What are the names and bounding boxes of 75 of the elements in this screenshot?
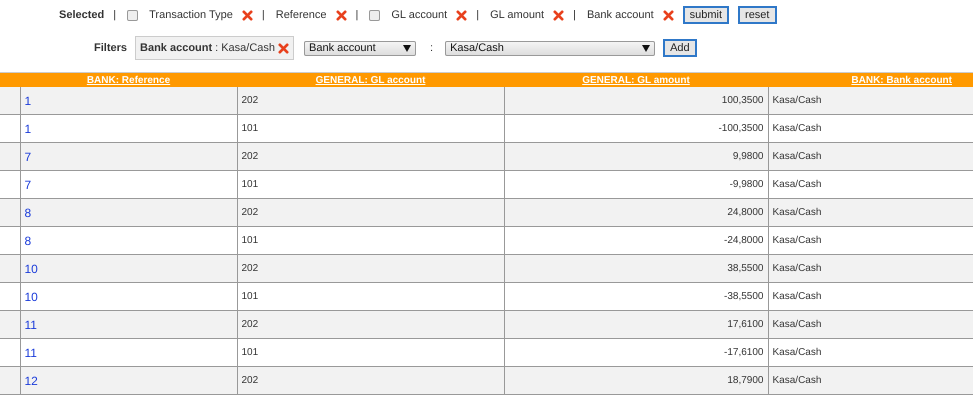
table-cell: Kasa/Cash bbox=[772, 207, 822, 218]
table-cell: 9,9800 bbox=[732, 151, 764, 162]
filters-label: Filters bbox=[94, 42, 128, 54]
reference-link[interactable]: 7 bbox=[24, 150, 32, 164]
separator-text: | bbox=[113, 9, 116, 21]
reference-link[interactable]: 10 bbox=[24, 262, 38, 276]
checkbox[interactable] bbox=[127, 10, 138, 20]
remove-icon[interactable] bbox=[278, 42, 290, 54]
table-cell: Kasa/Cash bbox=[772, 375, 822, 386]
table-cell: Kasa/Cash bbox=[772, 95, 822, 106]
table-cell: 101 bbox=[242, 291, 258, 302]
remove-icon[interactable] bbox=[662, 10, 674, 20]
table-cell: Kasa/Cash bbox=[772, 319, 822, 330]
selected-field-label: GL account bbox=[391, 9, 448, 21]
reference-link[interactable]: 1 bbox=[24, 122, 32, 136]
reference-link[interactable]: 11 bbox=[24, 346, 37, 360]
table-cell: Kasa/Cash bbox=[772, 347, 822, 358]
remove-icon[interactable] bbox=[336, 10, 347, 20]
table-cell: 202 bbox=[242, 319, 258, 330]
separator-text: | bbox=[262, 9, 265, 21]
add-button[interactable]: Add bbox=[663, 39, 697, 57]
dropdown-icon bbox=[642, 44, 650, 52]
selected-field-label: GL amount bbox=[490, 9, 544, 21]
form-button[interactable]: reset bbox=[738, 6, 776, 24]
table-cell: 101 bbox=[242, 179, 258, 190]
table-cell: -9,9800 bbox=[730, 179, 764, 190]
table-cell: Kasa/Cash bbox=[772, 179, 822, 190]
table-cell: -17,6100 bbox=[724, 347, 764, 358]
dropdown-icon bbox=[403, 44, 412, 52]
table-cell: 202 bbox=[242, 207, 258, 218]
table-cell: -24,8000 bbox=[724, 235, 764, 246]
reference-link[interactable]: 12 bbox=[24, 374, 38, 388]
table-cell: 101 bbox=[242, 347, 258, 358]
remove-icon[interactable] bbox=[242, 10, 253, 20]
filter-separator: : bbox=[215, 42, 218, 54]
separator-text: | bbox=[573, 9, 576, 21]
reference-link[interactable]: 8 bbox=[24, 234, 32, 248]
selected-label: Selected bbox=[59, 9, 104, 21]
table-cell: 202 bbox=[242, 95, 258, 106]
selected-field-label: Transaction Type bbox=[149, 9, 233, 21]
value-select[interactable]: Kasa/Cash bbox=[445, 40, 656, 56]
table-cell: Kasa/Cash bbox=[772, 291, 822, 302]
table-cell: 18,7900 bbox=[727, 375, 764, 386]
filter-value: Kasa/Cash bbox=[221, 42, 276, 54]
table-cell: 100,3500 bbox=[722, 95, 764, 106]
table-cell: 17,6100 bbox=[727, 319, 764, 330]
table-cell: Kasa/Cash bbox=[772, 151, 822, 162]
table-cell: -100,3500 bbox=[718, 123, 764, 134]
table-cell: 202 bbox=[242, 375, 258, 386]
separator-text: | bbox=[476, 9, 480, 21]
filter-name: Bank account bbox=[140, 42, 212, 54]
field-select[interactable]: Bank account bbox=[304, 40, 416, 56]
reference-link[interactable]: 7 bbox=[24, 178, 32, 192]
table-cell: 202 bbox=[242, 151, 258, 162]
remove-icon[interactable] bbox=[456, 10, 468, 20]
table-cell: Kasa/Cash bbox=[772, 123, 822, 134]
checkbox[interactable] bbox=[369, 10, 380, 20]
remove-icon[interactable] bbox=[553, 10, 564, 20]
selected-field-label: Bank account bbox=[586, 9, 654, 21]
table-cell: 101 bbox=[242, 123, 258, 134]
table-cell: 202 bbox=[242, 263, 258, 274]
selected-field-label: Reference bbox=[276, 9, 327, 21]
table-cell: 24,8000 bbox=[727, 207, 764, 218]
form-button[interactable]: submit bbox=[682, 6, 730, 24]
table-cell: 38,5500 bbox=[727, 263, 764, 274]
separator-text: : bbox=[430, 42, 434, 54]
table-cell: 101 bbox=[242, 235, 258, 246]
separator-text: | bbox=[356, 9, 358, 21]
table-cell: Kasa/Cash bbox=[772, 263, 822, 274]
table-cell: Kasa/Cash bbox=[772, 235, 822, 246]
reference-link[interactable]: 8 bbox=[24, 206, 32, 220]
reference-link[interactable]: 1 bbox=[24, 94, 32, 108]
table-cell: -38,5500 bbox=[724, 291, 764, 302]
reference-link[interactable]: 11 bbox=[24, 318, 37, 332]
reference-link[interactable]: 10 bbox=[24, 290, 38, 304]
